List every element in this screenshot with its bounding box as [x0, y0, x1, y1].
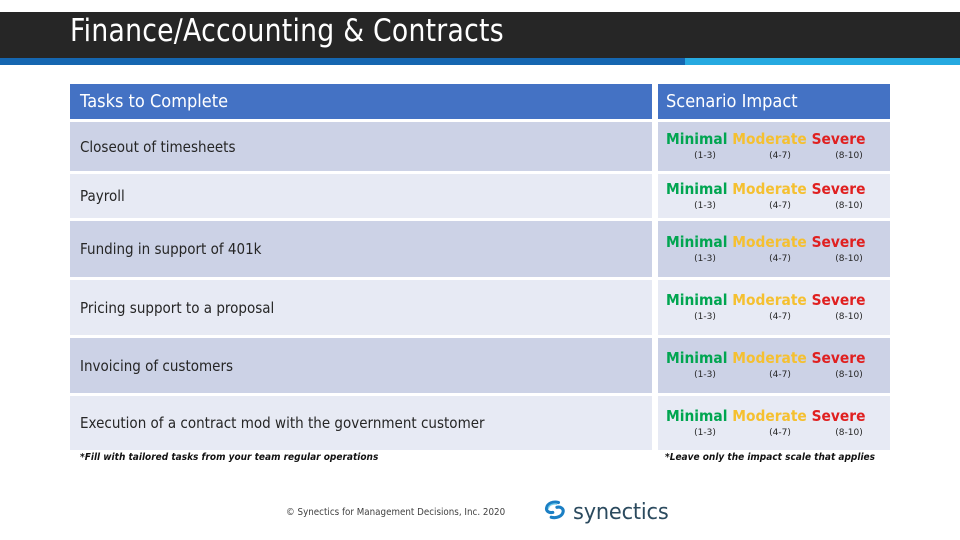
- impact-scale-ranges: (1-3) (4-7) (8-10): [666, 370, 882, 381]
- accent-bar: [0, 58, 960, 65]
- impact-scale-labels: Minimal Moderate Severe: [666, 350, 872, 367]
- column-header-impact: Scenario Impact: [658, 84, 890, 119]
- footnote-impact: *Leave only the impact scale that applie…: [665, 452, 875, 463]
- impact-severe-label: Severe: [811, 130, 866, 148]
- table-row[interactable]: Payroll Minimal Moderate Severe (1-3) (4-…: [70, 174, 890, 218]
- impact-severe-label: Severe: [811, 232, 866, 251]
- impact-table: Tasks to Complete Scenario Impact Closeo…: [70, 84, 890, 453]
- impact-moderate-label: Moderate: [732, 291, 807, 309]
- table-header-row: Tasks to Complete Scenario Impact: [70, 84, 890, 119]
- impact-severe-range: (8-10): [835, 151, 863, 161]
- task-label: Funding in support of 401k: [80, 240, 262, 258]
- task-cell: Execution of a contract mod with the gov…: [70, 396, 652, 450]
- impact-cell[interactable]: Minimal Moderate Severe (1-3) (4-7) (8-10): [658, 396, 890, 450]
- table-row[interactable]: Invoicing of customers Minimal Moderate …: [70, 338, 890, 393]
- impact-minimal-range: (1-3): [694, 427, 716, 438]
- synectics-logo-wordmark: synectics: [573, 500, 669, 525]
- impact-scale-labels: Minimal Moderate Severe: [666, 179, 872, 198]
- impact-cell[interactable]: Minimal Moderate Severe (1-3) (4-7) (8-10): [658, 221, 890, 277]
- table-row[interactable]: Funding in support of 401k Minimal Moder…: [70, 221, 890, 277]
- task-cell: Funding in support of 401k: [70, 221, 652, 277]
- task-label: Payroll: [80, 187, 125, 205]
- impact-severe-range: (8-10): [835, 370, 863, 380]
- task-label: Execution of a contract mod with the gov…: [80, 414, 485, 432]
- accent-bar-right-segment: [685, 58, 960, 65]
- impact-moderate-label: Moderate: [732, 179, 807, 198]
- impact-minimal-range: (1-3): [694, 200, 716, 211]
- impact-scale-labels: Minimal Moderate Severe: [666, 131, 872, 148]
- impact-minimal-range: (1-3): [694, 312, 716, 322]
- impact-cell[interactable]: Minimal Moderate Severe (1-3) (4-7) (8-10): [658, 280, 890, 335]
- copyright-text: © Synectics for Management Decisions, In…: [286, 507, 506, 518]
- impact-severe-range: (8-10): [835, 253, 863, 264]
- impact-cell[interactable]: Minimal Moderate Severe (1-3) (4-7) (8-10): [658, 174, 890, 218]
- impact-moderate-label: Moderate: [732, 232, 807, 251]
- task-cell: Payroll: [70, 174, 652, 218]
- column-header-tasks-label: Tasks to Complete: [80, 91, 229, 112]
- impact-moderate-range: (4-7): [769, 370, 791, 380]
- impact-moderate-range: (4-7): [769, 312, 791, 322]
- task-cell: Pricing support to a proposal: [70, 280, 652, 335]
- task-label: Pricing support to a proposal: [80, 298, 275, 317]
- impact-moderate-range: (4-7): [769, 253, 791, 264]
- impact-minimal-label: Minimal: [666, 179, 728, 198]
- impact-moderate-label: Moderate: [732, 406, 807, 425]
- task-label: Invoicing of customers: [80, 356, 234, 375]
- impact-moderate-label: Moderate: [732, 130, 807, 148]
- impact-scale-ranges: (1-3) (4-7) (8-10): [666, 151, 882, 162]
- impact-cell[interactable]: Minimal Moderate Severe (1-3) (4-7) (8-10): [658, 338, 890, 393]
- impact-scale-ranges: (1-3) (4-7) (8-10): [666, 201, 882, 212]
- table-row[interactable]: Execution of a contract mod with the gov…: [70, 396, 890, 450]
- impact-minimal-label: Minimal: [666, 291, 728, 309]
- task-label: Closeout of timesheets: [80, 137, 236, 156]
- impact-severe-label: Severe: [811, 291, 866, 309]
- impact-scale-ranges: (1-3) (4-7) (8-10): [666, 312, 882, 323]
- impact-scale-ranges: (1-3) (4-7) (8-10): [666, 254, 882, 265]
- impact-severe-range: (8-10): [835, 312, 863, 322]
- impact-scale-labels: Minimal Moderate Severe: [666, 406, 872, 425]
- accent-bar-left-segment: [0, 58, 685, 65]
- impact-moderate-range: (4-7): [769, 200, 791, 211]
- footnote-tasks: *Fill with tailored tasks from your team…: [80, 452, 379, 463]
- impact-scale-ranges: (1-3) (4-7) (8-10): [666, 428, 882, 439]
- impact-scale-labels: Minimal Moderate Severe: [666, 292, 872, 309]
- impact-minimal-range: (1-3): [694, 253, 716, 264]
- task-cell: Invoicing of customers: [70, 338, 652, 393]
- task-cell: Closeout of timesheets: [70, 122, 652, 171]
- footer: © Synectics for Management Decisions, In…: [0, 498, 960, 527]
- impact-minimal-label: Minimal: [666, 349, 728, 367]
- impact-moderate-range: (4-7): [769, 151, 791, 161]
- impact-scale-labels: Minimal Moderate Severe: [666, 232, 872, 251]
- impact-severe-range: (8-10): [835, 427, 863, 438]
- synectics-logo-mark-icon: [542, 498, 568, 527]
- page-title: Finance/Accounting & Contracts: [70, 13, 504, 49]
- impact-minimal-label: Minimal: [666, 406, 728, 425]
- impact-minimal-label: Minimal: [666, 232, 728, 251]
- impact-severe-label: Severe: [811, 349, 866, 367]
- impact-moderate-label: Moderate: [732, 349, 807, 367]
- impact-minimal-label: Minimal: [666, 130, 728, 148]
- impact-minimal-range: (1-3): [694, 370, 716, 380]
- table-row[interactable]: Pricing support to a proposal Minimal Mo…: [70, 280, 890, 335]
- impact-moderate-range: (4-7): [769, 427, 791, 438]
- table-row[interactable]: Closeout of timesheets Minimal Moderate …: [70, 122, 890, 171]
- impact-severe-label: Severe: [811, 406, 866, 425]
- impact-severe-range: (8-10): [835, 200, 863, 211]
- column-header-tasks: Tasks to Complete: [70, 84, 652, 119]
- impact-severe-label: Severe: [811, 179, 866, 198]
- impact-minimal-range: (1-3): [694, 151, 716, 161]
- synectics-logo: synectics: [542, 498, 674, 527]
- impact-cell[interactable]: Minimal Moderate Severe (1-3) (4-7) (8-10): [658, 122, 890, 171]
- column-header-impact-label: Scenario Impact: [666, 91, 798, 112]
